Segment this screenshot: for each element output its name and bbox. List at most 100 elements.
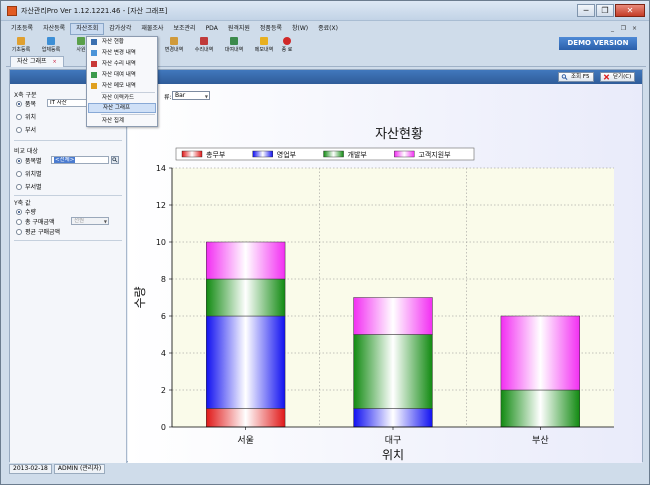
- status-user: ADMIN (관리자): [53, 463, 106, 474]
- dropdown-item-label: 자산 집계: [102, 118, 124, 124]
- legend-swatch: [323, 150, 344, 158]
- compare-option-location[interactable]: 위치별: [16, 169, 42, 178]
- menu-asset-inquiry[interactable]: 자산조회: [70, 23, 105, 35]
- y-tick-label: 12: [156, 201, 166, 210]
- window-title: 자산관리Pro Ver 1.12.1221.46 - [자산 그래프]: [21, 7, 168, 15]
- radio-selected[interactable]: [16, 157, 22, 164]
- dropdown-item-label: 자산 현황: [102, 39, 124, 45]
- y-option-quantity[interactable]: 수량: [16, 207, 36, 216]
- dropdown-item-asset-graph[interactable]: 자산 그래프: [88, 103, 156, 113]
- minimize-button[interactable]: ─: [577, 4, 595, 17]
- radio-unselected[interactable]: [16, 170, 22, 177]
- y-option-total-price[interactable]: 총 구매금액: [16, 217, 55, 226]
- x-tick-label: 부산: [532, 435, 549, 446]
- menu-pda[interactable]: PDA: [201, 23, 223, 35]
- radio-selected[interactable]: [16, 208, 22, 215]
- toolbar-basic-registration[interactable]: 기초등록: [6, 36, 36, 55]
- y-option-average-price[interactable]: 평균 구매금액: [16, 227, 60, 236]
- compare-option-department[interactable]: 부서별: [16, 182, 42, 191]
- dropdown-item-history-card[interactable]: 자산 이력카드: [88, 93, 156, 103]
- menu-basic-registration[interactable]: 기초등록: [6, 23, 38, 35]
- dropdown-item-memo-history[interactable]: 자산 메모 내역: [88, 81, 156, 91]
- bar-segment: [500, 389, 580, 428]
- radio-label: 평균 구매금액: [25, 229, 61, 236]
- menu-inventory-check[interactable]: 재물조사: [136, 23, 168, 35]
- radio-label: 부서: [25, 127, 37, 134]
- menu-bar: 기초등록 자산등록 자산조회 감가상각 재물조사 보조관리 PDA 원격지원 정…: [6, 23, 526, 35]
- wrench-icon: [91, 61, 97, 67]
- close-window-button[interactable]: ✕: [615, 4, 645, 17]
- mdi-minimize-button[interactable]: _: [608, 24, 617, 33]
- stacked-bar-chart: 자산현황총무부 영업부 개발부 고객지원부 0 2 4 6 8 10 12 14 서울 대구 부산위치 수량: [133, 127, 614, 462]
- handshake-icon: [230, 37, 238, 45]
- toolbar-repair-history[interactable]: 수리내역: [189, 36, 219, 55]
- x-option-item[interactable]: 품목: [16, 99, 36, 108]
- compare-target-field[interactable]: <전체>: [51, 156, 109, 164]
- mdi-restore-button[interactable]: ❐: [619, 24, 628, 33]
- toolbar-label: 기초등록: [11, 47, 31, 53]
- y-tick-label: 10: [156, 238, 166, 247]
- menu-remote-support[interactable]: 원격지원: [223, 23, 255, 35]
- menu-depreciation[interactable]: 감가상각: [104, 23, 136, 35]
- legend-swatch: [252, 150, 273, 158]
- toolbar-vendor-registration[interactable]: 업체등록: [36, 36, 66, 55]
- memo-icon: [91, 83, 97, 89]
- y-axis-label: 수량: [133, 286, 147, 308]
- menu-auxiliary[interactable]: 보조관리: [168, 23, 200, 35]
- legend-swatch: [181, 150, 203, 158]
- bar-segment: [353, 408, 433, 428]
- legend-label: 고객지원부: [418, 150, 451, 159]
- dropdown-item-asset-status[interactable]: 자산 현황: [88, 37, 156, 47]
- menu-license[interactable]: 정품등록: [255, 23, 287, 35]
- x-axis-section-title: X축 구분: [14, 92, 37, 99]
- memo-icon: [260, 37, 268, 45]
- bar-segment: [353, 297, 433, 335]
- document-icon: [170, 37, 178, 45]
- radio-label: 총 구매금액: [25, 219, 55, 226]
- menu-window[interactable]: 창(W): [287, 23, 313, 35]
- close-c-button[interactable]: 닫기(C): [600, 72, 636, 82]
- bar-segment: [353, 334, 433, 409]
- search-f5-button[interactable]: 조회 F5: [558, 72, 594, 82]
- tab-label: 자산 그래프: [17, 58, 47, 65]
- toolbar-change-history[interactable]: 변경내역: [159, 36, 189, 55]
- y-tick-label: 14: [156, 164, 166, 173]
- building-icon: [47, 37, 55, 45]
- unit-select-field[interactable]: 천원 ▼: [71, 217, 109, 225]
- search-button-label: 조회 F5: [571, 74, 590, 80]
- radio-unselected[interactable]: [16, 228, 22, 235]
- dropdown-item-rental-history[interactable]: 자산 대여 내역: [88, 70, 156, 80]
- title-bar[interactable]: 자산관리Pro Ver 1.12.1221.46 - [자산 그래프] ─ ❐ …: [1, 1, 649, 21]
- dropdown-item-repair-history[interactable]: 자산 수리 내역: [88, 59, 156, 69]
- wrench-icon: [200, 37, 208, 45]
- divider: [14, 195, 122, 196]
- x-option-department[interactable]: 부서: [16, 125, 36, 134]
- compare-search-button[interactable]: [111, 156, 119, 164]
- close-button-label: 닫기(C): [613, 74, 632, 80]
- toolbar-label: 대여내역: [224, 47, 244, 53]
- compare-option-item[interactable]: 품목별: [16, 156, 42, 165]
- menu-asset-registration[interactable]: 자산등록: [38, 23, 70, 35]
- y-axis-section-title: Y축 값: [14, 200, 31, 207]
- radio-unselected[interactable]: [16, 126, 22, 133]
- status-date: 2013-02-18: [9, 463, 52, 474]
- tab-asset-graph[interactable]: 자산 그래프 ×: [10, 56, 64, 67]
- radio-unselected[interactable]: [16, 183, 22, 190]
- radio-unselected[interactable]: [16, 113, 22, 120]
- bar-segment: [206, 278, 286, 317]
- y-tick-label: 2: [161, 386, 166, 395]
- mdi-close-button[interactable]: ×: [630, 24, 639, 33]
- menu-exit[interactable]: 종료(X): [313, 23, 343, 35]
- close-icon[interactable]: ×: [53, 59, 57, 65]
- maximize-button[interactable]: ❐: [596, 4, 614, 17]
- dropdown-item-asset-summary[interactable]: 자산 집계: [88, 116, 156, 126]
- x-option-location[interactable]: 위치: [16, 112, 36, 121]
- chevron-down-icon: ▼: [103, 219, 107, 224]
- dropdown-item-change-history[interactable]: 자산 변경 내역: [88, 48, 156, 58]
- options-panel: X축 구분 품목 IT 자산 ▼ 위치 부서 비교 대상 품목별 <전체>: [10, 84, 127, 463]
- radio-selected[interactable]: [16, 100, 22, 107]
- radio-unselected[interactable]: [16, 218, 22, 225]
- radio-label: 위치: [25, 114, 37, 121]
- toolbar-exit[interactable]: 종 료: [272, 36, 302, 55]
- toolbar-rental-history[interactable]: 대여내역: [219, 36, 249, 55]
